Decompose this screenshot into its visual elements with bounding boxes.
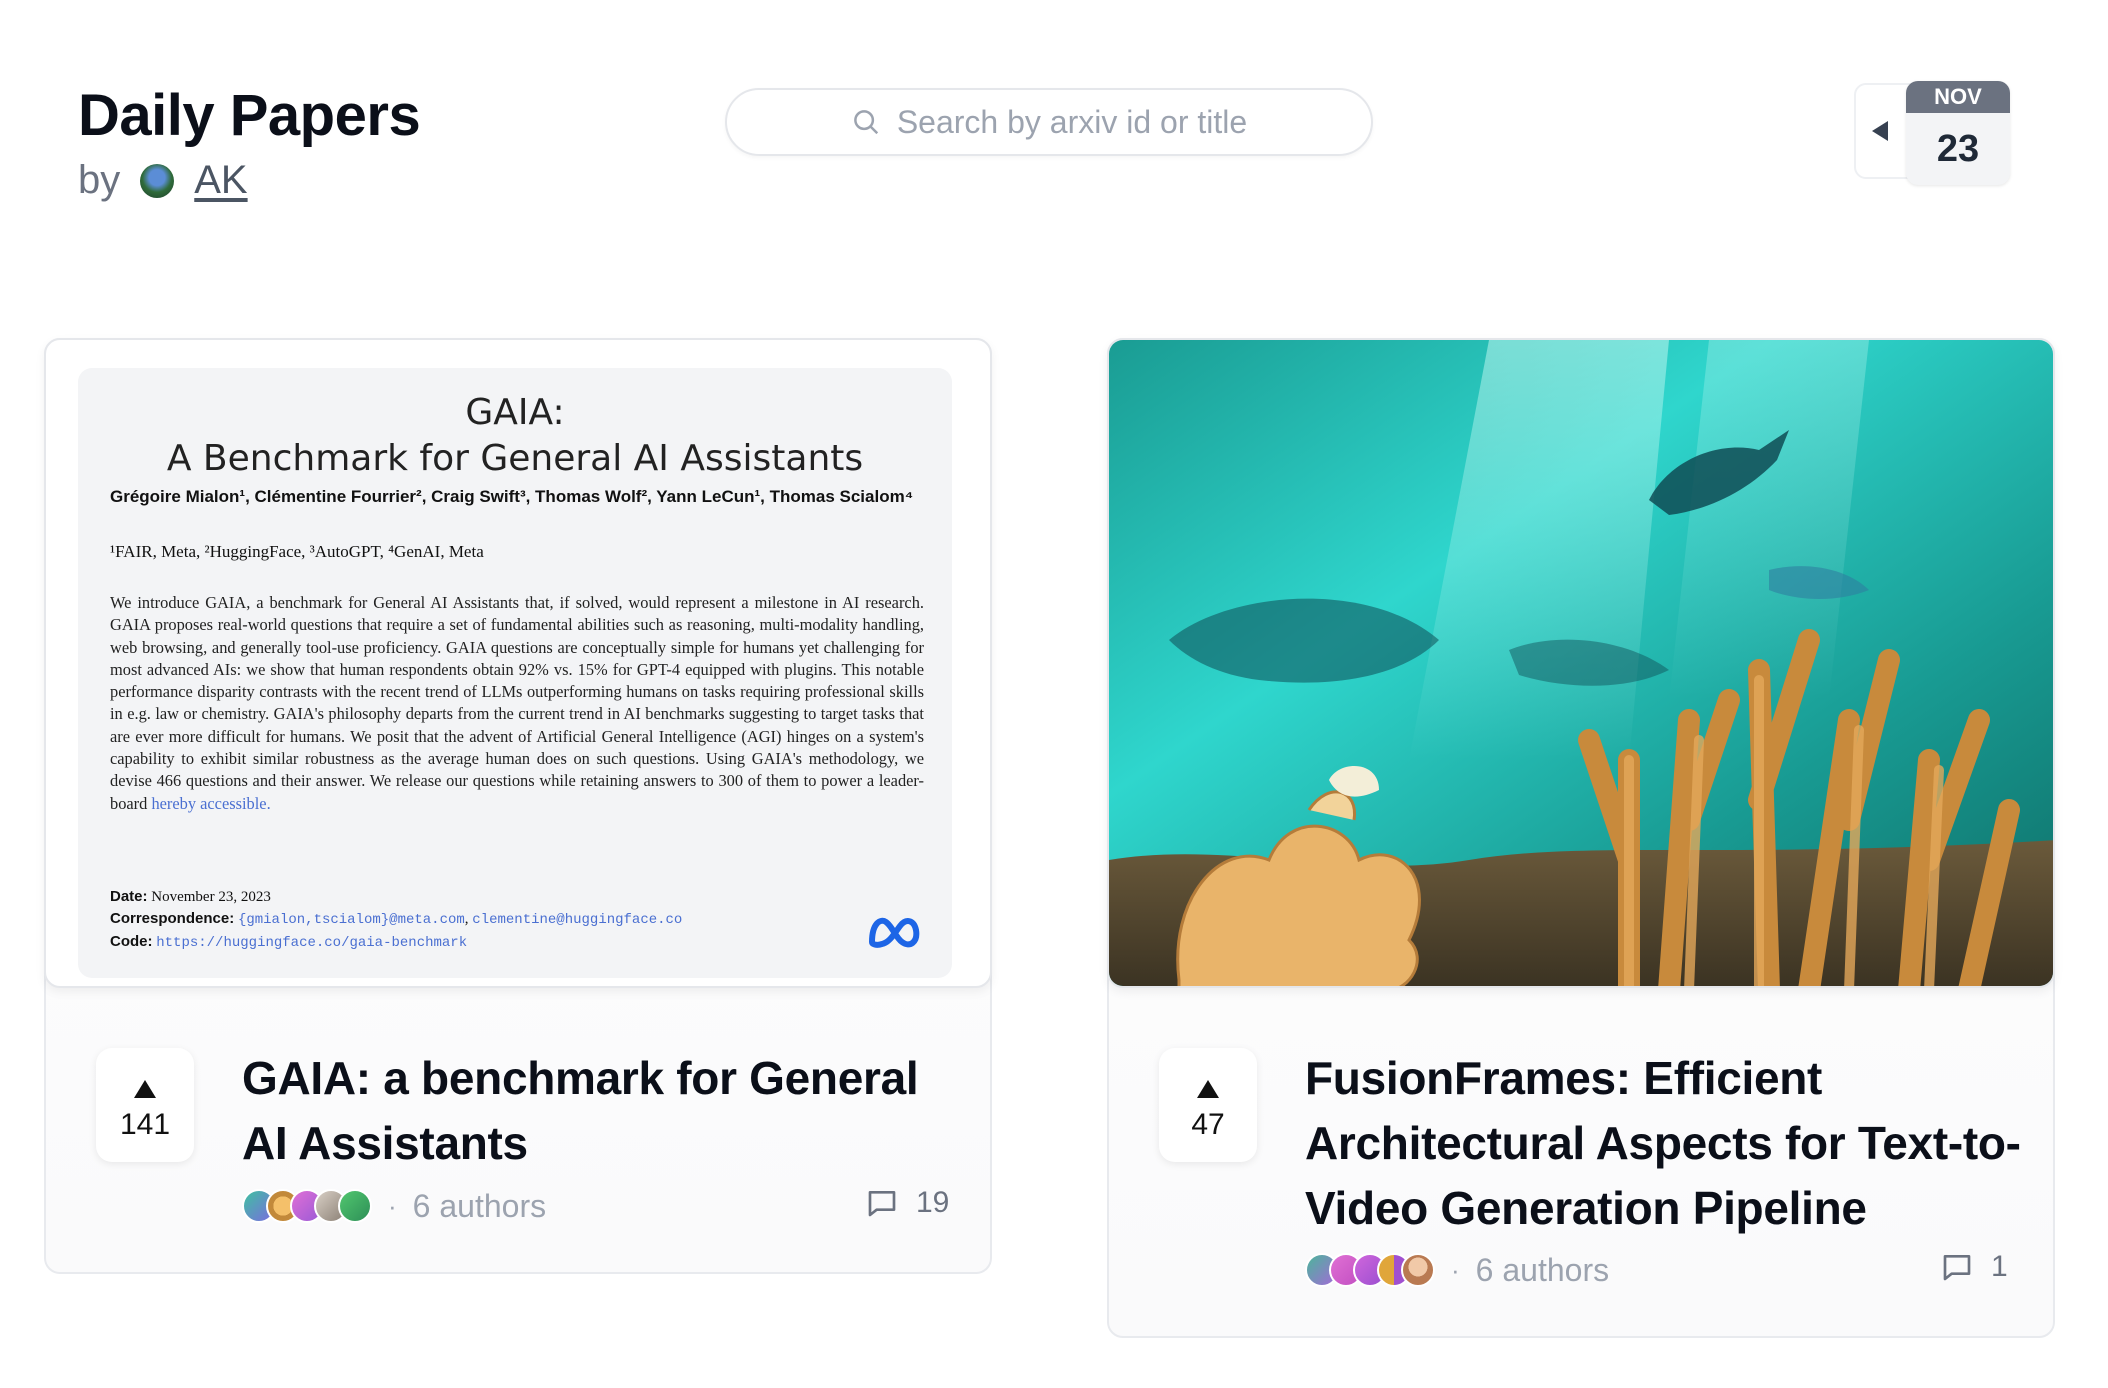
paper-thumbnail[interactable]: GAIA: A Benchmark for General AI Assista… (44, 338, 992, 988)
paper-meta: · 6 authors (242, 1186, 546, 1226)
thumbnail-heading: GAIA: A Benchmark for General AI Assista… (78, 368, 952, 482)
paper-card[interactable]: GAIA: A Benchmark for General AI Assista… (44, 338, 992, 1274)
paper-first-page: GAIA: A Benchmark for General AI Assista… (78, 368, 952, 978)
date-picker: NOV 23 (1854, 81, 2010, 185)
search-placeholder: Search by arxiv id or title (896, 103, 1248, 140)
comments-count: 1 (1991, 1250, 2008, 1283)
calendar-badge[interactable]: NOV 23 (1906, 81, 2010, 185)
author-avatars[interactable] (1305, 1253, 1435, 1287)
upvote-button[interactable]: 141 (96, 1048, 194, 1162)
separator-dot: · (1451, 1254, 1460, 1285)
thumbnail-heading-line2: A Benchmark for General AI Assistants (166, 438, 864, 479)
authors-count[interactable]: 6 authors (413, 1188, 546, 1225)
byline: by AK (78, 158, 248, 203)
upvote-arrow-icon (1197, 1080, 1219, 1098)
author-link[interactable]: AK (194, 158, 247, 203)
video-thumbnail[interactable] (1107, 338, 2055, 988)
thumb-code-label: Code: (110, 933, 153, 950)
authors-count[interactable]: 6 authors (1476, 1252, 1609, 1289)
calendar-day: 23 (1936, 128, 1980, 170)
underwater-scene-image (1109, 340, 2053, 986)
thumb-correspondence-value: {gmialon,tscialom}@meta.com (237, 912, 465, 928)
thumbnail-metadata: Date: November 23, 2023 Correspondence: … (110, 888, 683, 951)
thumbnail-heading-line1: GAIA: (465, 392, 565, 433)
by-label: by (78, 158, 121, 202)
comment-icon (868, 1191, 896, 1217)
upvote-arrow-icon (134, 1080, 156, 1098)
thumb-code-value: https://huggingface.co/gaia-benchmark (156, 935, 468, 951)
comments-link[interactable]: 19 (866, 1186, 949, 1220)
thumbnail-authors: Grégoire Mialon¹, Clémentine Fourrier², … (110, 487, 914, 506)
upvote-count: 47 (1191, 1108, 1225, 1141)
thumbnail-affiliations: ¹FAIR, Meta, ²HuggingFace, ³AutoGPT, ⁴Ge… (110, 542, 484, 561)
search-icon (853, 110, 878, 135)
paper-meta: · 6 authors (1305, 1250, 1609, 1290)
paper-card[interactable]: 47 FusionFrames: Efficient Architectural… (1107, 338, 2055, 1338)
thumbnail-abstract: We introduce GAIA, a benchmark for Gener… (110, 592, 924, 815)
upvote-count: 141 (119, 1108, 171, 1141)
thumb-correspondence-value2: clementine@huggingface.co (472, 912, 683, 928)
thumb-correspondence-label: Correspondence: (110, 910, 235, 927)
calendar-month: NOV (1906, 81, 2010, 113)
author-avatars[interactable] (242, 1189, 372, 1223)
thumb-date-label: Date: (110, 888, 148, 905)
comment-icon (1943, 1255, 1971, 1281)
upvote-button[interactable]: 47 (1159, 1048, 1257, 1162)
thumb-date-value: November 23, 2023 (151, 889, 271, 905)
avatar (338, 1189, 372, 1223)
comments-link[interactable]: 1 (1941, 1250, 2008, 1284)
thumbnail-abstract-link: hereby accessible. (151, 793, 271, 813)
separator-dot: · (388, 1190, 397, 1221)
avatar (1401, 1253, 1435, 1287)
thumbnail-abstract-text: We introduce GAIA, a benchmark for Gener… (110, 593, 924, 813)
search-input[interactable]: Search by arxiv id or title (725, 88, 1373, 156)
author-avatar[interactable] (140, 163, 175, 198)
paper-title[interactable]: GAIA: a benchmark for General AI Assista… (242, 1046, 962, 1176)
paper-title[interactable]: FusionFrames: Efficient Architectural As… (1305, 1046, 2025, 1241)
page-title: Daily Papers (78, 83, 421, 148)
comments-count: 19 (916, 1186, 950, 1219)
meta-logo-icon (868, 917, 920, 948)
previous-day-arrow-icon[interactable] (1872, 121, 1888, 141)
